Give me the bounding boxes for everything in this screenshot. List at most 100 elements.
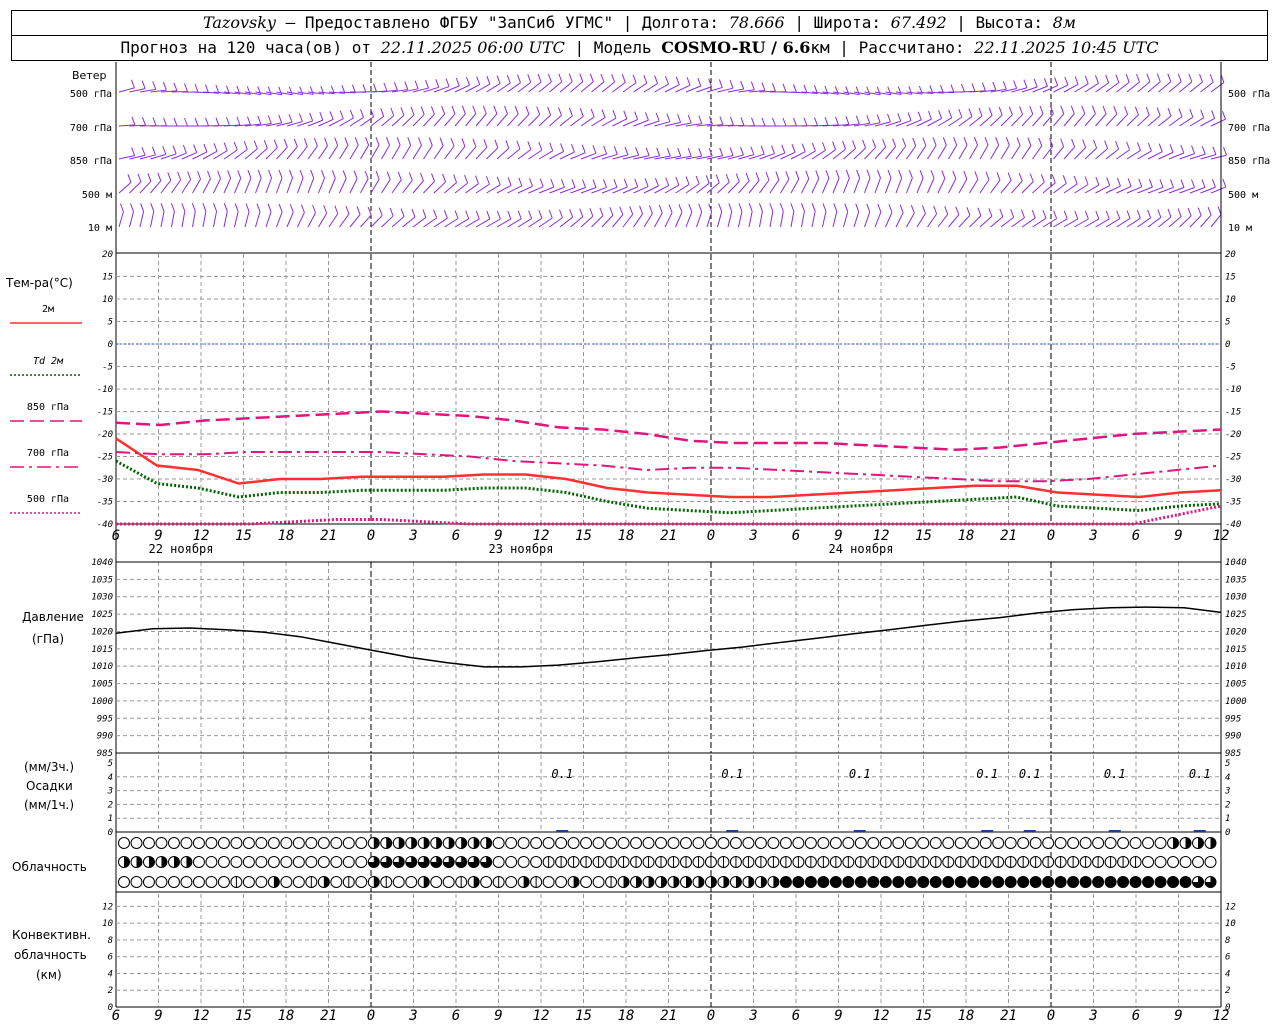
cloud-cover-fill <box>1167 876 1179 888</box>
pressure-tick-label: 1035 <box>1225 575 1247 585</box>
precip-value-label: 0.1 <box>1019 767 1041 781</box>
temp-tick-label: -30 <box>97 475 113 485</box>
wind-barb-flag <box>922 205 926 214</box>
wind-barb <box>150 211 155 228</box>
wind-barb-flag <box>718 203 723 212</box>
cloud-cover-fill <box>161 856 167 868</box>
wind-barb <box>412 114 425 127</box>
pressure-tick-label: 1015 <box>91 645 113 655</box>
wind-barb <box>979 115 993 127</box>
cloud-cover-icon <box>630 837 643 849</box>
x-tick-label: 15 <box>235 528 252 544</box>
wind-barb-flag <box>1188 73 1193 83</box>
wind-barb <box>276 146 288 160</box>
wind-barb <box>948 178 957 194</box>
conv-tick-label: 2 <box>1225 986 1230 996</box>
cloud-cover-icon <box>142 876 155 888</box>
wind-barb <box>1032 181 1045 194</box>
wind-barb <box>370 144 380 160</box>
wind-barb-flag <box>876 114 881 123</box>
precip-tick-label: 2 <box>1225 800 1230 810</box>
wind-barb <box>381 115 395 127</box>
wind-barb <box>916 145 927 160</box>
cloud-cover-icon <box>854 837 867 849</box>
wind-barb <box>1189 215 1202 228</box>
x-tick-label: 21 <box>1000 1008 1017 1024</box>
wind-barb-flag <box>685 176 690 185</box>
wind-level-label: 500 м <box>82 190 112 201</box>
wind-barb <box>276 177 283 194</box>
wind-barb <box>979 144 989 160</box>
wind-barb-flag <box>866 203 871 213</box>
cloud-cover-icon <box>342 856 355 868</box>
temp-tick-label: -10 <box>97 385 113 395</box>
wind-barb <box>717 181 730 194</box>
wind-barb-flag <box>1146 73 1151 83</box>
wind-barb-flag <box>141 80 146 89</box>
wind-barb-flag <box>256 203 261 212</box>
cloud-cover-fill <box>148 856 155 868</box>
wind-barb <box>517 81 532 93</box>
cloud-cover-fill <box>792 876 804 888</box>
wind-barb-flag <box>418 137 422 146</box>
cloud-cover-icon <box>792 837 805 849</box>
cloud-cover-fill <box>473 876 480 888</box>
wind-level-label: 850 гПа <box>1228 156 1270 167</box>
cloud-cover-icon <box>879 837 892 849</box>
wind-barb-flag <box>930 170 935 179</box>
cloud-cover-icon <box>342 837 355 849</box>
cloud-cover-icon <box>1104 837 1117 849</box>
wind-barb-flag <box>1212 146 1217 155</box>
conv-tick-label: 2 <box>108 986 113 996</box>
wind-barb-flag <box>569 209 574 218</box>
wind-barb <box>622 82 637 93</box>
pressure-tick-label: 1025 <box>1225 610 1247 620</box>
cloud-cover-fill <box>473 837 480 849</box>
precip-bar <box>556 830 569 832</box>
cloud-cover-icon <box>1067 837 1080 849</box>
wind-barb <box>1053 146 1065 160</box>
wind-level-label: 10 м <box>1228 223 1252 234</box>
wind-barb <box>1032 217 1047 228</box>
wind-barb-flag <box>476 76 481 85</box>
wind-barb <box>1074 184 1089 194</box>
wind-barb <box>780 179 790 194</box>
wind-barb-flag <box>433 209 438 219</box>
wind-barb-flag <box>461 105 466 114</box>
wind-barb-flag <box>677 114 682 123</box>
wind-level-label: 500 гПа <box>1228 89 1270 100</box>
wind-barb <box>885 212 893 228</box>
temp-tick-label: 20 <box>1225 250 1236 260</box>
wind-level-label: 500 м <box>1228 190 1258 201</box>
wind-barb-flag <box>782 117 787 127</box>
wind-barb <box>307 177 315 194</box>
cloud-cover-icon <box>1092 837 1105 849</box>
pressure-tick-label: 1005 <box>91 680 113 690</box>
wind-barb <box>234 178 242 194</box>
precip-tick-label: 0 <box>108 828 113 838</box>
wind-barb-flag <box>648 205 653 214</box>
wind-barb-flag <box>882 138 887 148</box>
wind-barb-flag <box>1038 137 1043 147</box>
wind-barb-flag <box>795 170 800 180</box>
cloud-cover-icon <box>492 837 505 849</box>
wind-barb-flag <box>677 148 682 157</box>
wind-barb-flag <box>1137 142 1141 151</box>
wind-barb <box>654 212 663 228</box>
wind-barb <box>591 81 605 93</box>
wind-barb-flag <box>751 117 755 126</box>
wind-barb-flag <box>167 172 172 181</box>
pressure-tick-label: 1030 <box>1225 593 1247 603</box>
wind-barb-flag <box>899 204 904 213</box>
wind-barb-flag <box>624 146 629 156</box>
wind-barb-flag <box>785 171 790 180</box>
wind-barb-flag <box>761 117 766 127</box>
wind-barb <box>853 211 860 228</box>
wind-barb-flag <box>698 115 703 124</box>
wind-barb-flag <box>205 84 209 93</box>
wind-barb-flag <box>912 137 917 147</box>
cloud-cover-icon <box>779 837 792 849</box>
wind-barb-flag <box>623 110 628 120</box>
precip-tick-label: 3 <box>1224 787 1230 797</box>
cloud-cover-fill <box>1198 837 1204 849</box>
